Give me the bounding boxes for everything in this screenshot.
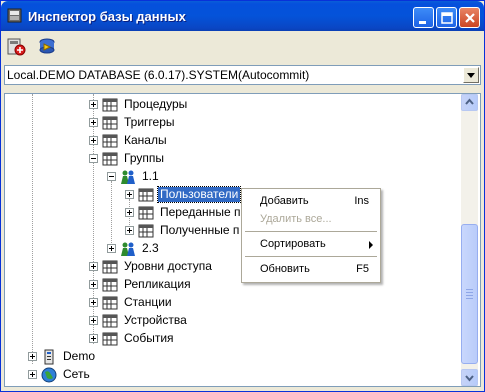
expand-icon[interactable] [125,190,134,199]
tree-item-label: Пользователи [156,186,242,203]
expand-icon[interactable] [89,334,98,343]
scroll-up-button[interactable] [461,94,478,111]
tree-item-label: Уровни доступа [124,259,212,273]
tree-item-label: Группы [124,151,164,165]
close-button[interactable] [459,7,480,28]
folder-table-icon [138,188,154,202]
folder-table-icon [102,116,118,130]
menu-item-sort[interactable]: Сортировать [243,234,379,254]
expand-icon[interactable] [28,352,37,361]
scroll-grip [466,298,473,299]
tree-item-label: События [124,331,174,345]
folder-table-icon [102,98,118,112]
scroll-grip [466,289,473,290]
globe-icon [41,367,57,383]
chevron-down-icon [465,375,474,382]
folder-table-icon [138,206,154,220]
scroll-grip [466,295,473,296]
folder-table-icon [102,278,118,292]
submenu-arrow-icon [369,241,373,249]
maximize-icon [441,12,453,24]
maximize-button[interactable] [436,7,457,28]
menu-separator [245,256,377,257]
tree-item-label: Переданные п [160,205,241,219]
tree-item-label: Сеть [63,367,90,381]
expand-icon[interactable] [107,244,116,253]
scroll-down-button[interactable] [461,369,478,386]
expand-icon[interactable] [89,118,98,127]
minimize-icon [419,21,426,24]
add-connection-icon[interactable] [5,35,27,57]
tree-item-label: 1.1 [142,169,159,183]
expand-icon[interactable] [125,226,134,235]
users-group-icon [121,242,135,256]
connection-dropdown-button[interactable] [463,67,479,83]
menu-item-label: Добавить [260,195,309,207]
chevron-down-icon [467,73,475,78]
connection-select-value: Local.DEMO DATABASE (6.0.17).SYSTEM(Auto… [7,68,310,82]
connect-database-icon[interactable] [36,35,58,57]
menu-item-delete-all[interactable]: Удалить все... [243,209,379,229]
collapse-icon[interactable] [107,172,116,181]
menu-item-label: Обновить [260,263,310,275]
menu-item-label: Удалить все... [260,213,332,225]
menu-separator [245,231,377,232]
tree-item-label: Каналы [124,133,167,147]
connection-select[interactable]: Local.DEMO DATABASE (6.0.17).SYSTEM(Auto… [4,65,481,85]
menu-item-refresh[interactable]: Обновить F5 [243,259,379,279]
folder-table-icon [102,152,118,166]
expand-icon[interactable] [89,100,98,109]
folder-table-icon [102,260,118,274]
tree-item-label: 2.3 [142,241,159,255]
tree-item-label: Устройства [124,313,187,327]
expand-icon[interactable] [89,316,98,325]
folder-table-icon [102,332,118,346]
scroll-grip [466,292,473,293]
chevron-up-icon [465,98,474,105]
menu-item-shortcut: Ins [354,195,369,207]
folder-table-icon [102,134,118,148]
menu-item-shortcut: F5 [356,263,369,275]
expand-icon[interactable] [89,262,98,271]
expand-icon[interactable] [89,298,98,307]
users-group-icon [121,170,135,184]
expand-icon[interactable] [89,136,98,145]
minimize-button[interactable] [413,7,434,28]
expand-icon[interactable] [28,370,37,379]
tree-item-label: Процедуры [124,97,188,111]
tree-vertical-scrollbar[interactable] [461,94,478,386]
tree-item-label: Demo [63,349,96,363]
database-inspector-window: Инспектор базы данных Local.DEMO DATABAS… [0,0,485,392]
scroll-thumb[interactable] [461,224,478,364]
database-inspector-app-icon [7,8,22,23]
folder-table-icon [138,224,154,238]
tree-item-label: Триггеры [124,115,175,129]
folder-table-icon [102,314,118,328]
close-icon [465,13,475,23]
window-title: Инспектор базы данных [28,9,186,24]
expand-icon[interactable] [125,208,134,217]
toolbar [2,32,483,60]
expand-icon[interactable] [89,280,98,289]
folder-table-icon [102,296,118,310]
tree-connector [32,94,33,364]
tree-item-label: Полученные п [160,223,240,237]
tree-item-label: Репликация [124,277,191,291]
collapse-icon[interactable] [89,154,98,163]
tree-connector [111,181,112,251]
menu-item-add[interactable]: Добавить Ins [243,191,379,211]
title-bar[interactable]: Инспектор базы данных [1,1,484,31]
database-icon [44,349,54,365]
tree-item-label: Станции [124,295,172,309]
menu-item-label: Сортировать [260,238,326,250]
context-menu: Добавить Ins Удалить все... Сортировать … [241,188,381,283]
